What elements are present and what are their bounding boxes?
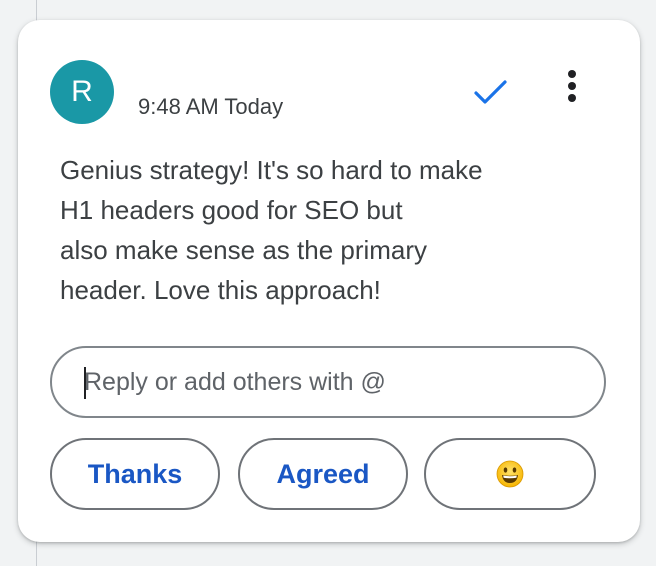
- reply-input[interactable]: [84, 348, 574, 416]
- resolve-button[interactable]: [466, 68, 514, 116]
- grinning-face-emoji-icon: [496, 460, 524, 488]
- more-options-button[interactable]: [550, 66, 590, 110]
- agreed-button[interactable]: Agreed: [238, 438, 408, 510]
- emoji-reaction-button[interactable]: [424, 438, 596, 510]
- avatar[interactable]: R: [50, 60, 114, 124]
- checkmark-icon: [474, 80, 507, 104]
- text-caret: [84, 367, 86, 399]
- comment-card: R 9:48 AM Today Genius strategy! It's so…: [18, 20, 640, 542]
- reply-field[interactable]: [50, 346, 606, 418]
- comment-body: Genius strategy! It's so hard to make H1…: [60, 155, 483, 305]
- thanks-button[interactable]: Thanks: [50, 438, 220, 510]
- more-vert-icon: [568, 70, 576, 102]
- comment-timestamp: 9:48 AM Today: [138, 94, 284, 119]
